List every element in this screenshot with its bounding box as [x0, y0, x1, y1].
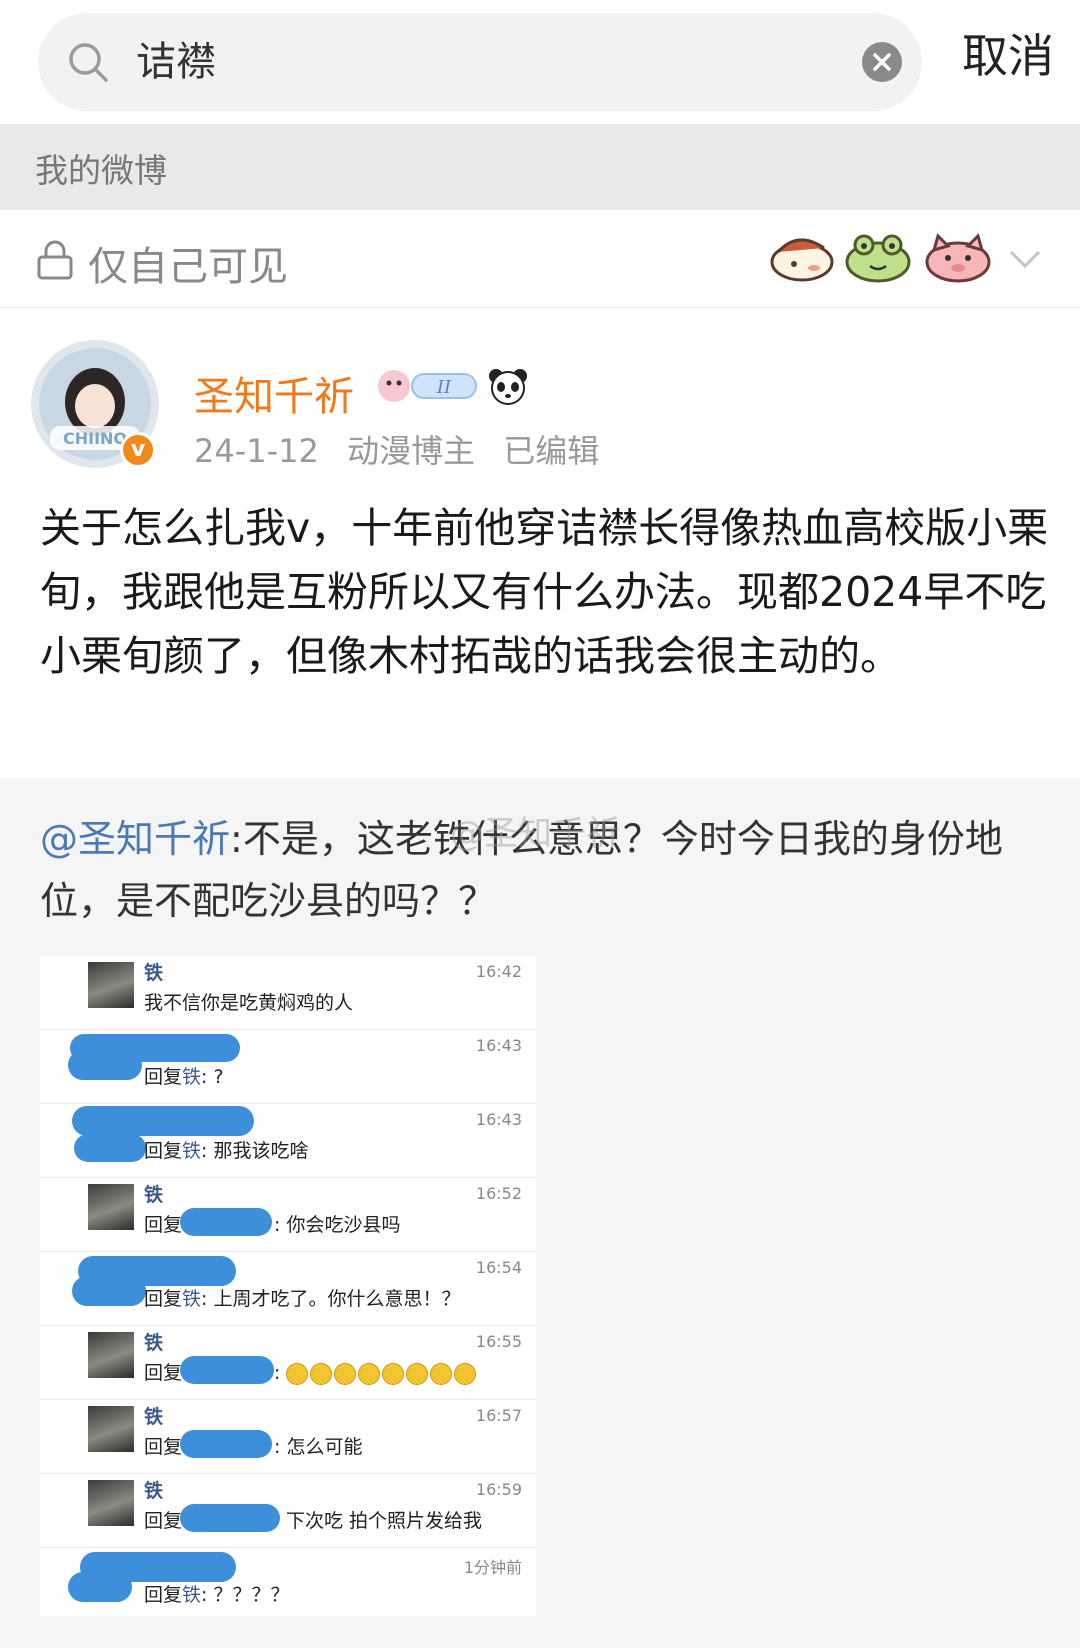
redaction-blob	[180, 1356, 274, 1384]
chat-name: 铁	[144, 1184, 164, 1206]
post-text: 关于怎么扎我v，十年前他穿诘襟长得像热血高校版小栗旬，我跟他是互粉所以又有什么办…	[40, 504, 1049, 680]
chat-row: 16:43 回复铁: ?	[40, 1030, 536, 1104]
chat-row: 16:43 回复铁: 那我该吃啥	[40, 1104, 536, 1178]
bear-badge-icon[interactable]: II	[376, 366, 480, 406]
chat-message: 回复铁: ?	[144, 1066, 224, 1088]
chat-row: 铁 16:42 我不信你是吃黄焖鸡的人	[40, 956, 536, 1030]
search-input[interactable]: 诘襟	[136, 37, 216, 87]
chat-avatar	[88, 1184, 134, 1230]
chat-message: 回复铁: 那我该吃啥	[144, 1140, 309, 1162]
chat-screenshot[interactable]: 铁 16:42 我不信你是吃黄焖鸡的人 16:43 回复铁: ? 16:43 回…	[40, 956, 536, 1616]
watermark: @圣知千祈	[450, 814, 620, 854]
chat-time: 16:59	[475, 1480, 522, 1499]
mention-link[interactable]: @圣知千祈	[40, 817, 230, 861]
panda-icon	[489, 369, 527, 405]
cancel-button[interactable]: 取消	[962, 28, 1054, 84]
chat-time: 16:43	[475, 1110, 522, 1129]
chat-row: 16:54 回复铁: 上周才吃了。你什么意思！？	[40, 1252, 536, 1326]
redaction-blob	[68, 1050, 142, 1080]
author-name[interactable]: 圣知千祈	[194, 364, 354, 422]
chat-time: 16:55	[475, 1332, 522, 1351]
pig-sticker-icon[interactable]	[924, 230, 992, 284]
chat-name: 铁	[144, 1332, 164, 1354]
chat-time: 16:52	[475, 1184, 522, 1203]
chat-name: 铁	[144, 1480, 164, 1502]
redaction-blob	[72, 1276, 146, 1306]
chat-time: 16:57	[475, 1406, 522, 1425]
repost-card[interactable]: @圣知千祈:不是，这老铁什么意思？今时今日我的身份地位，是不配吃沙县的吗？？ @…	[0, 778, 1080, 1648]
svg-text:CHIINO: CHIINO	[63, 429, 127, 448]
chat-row: 铁 16:59 回复 下次吃 拍个照片发给我	[40, 1474, 536, 1548]
chat-message: 回复铁: 上周才吃了。你什么意思！？	[144, 1288, 461, 1310]
chat-time: 16:54	[475, 1258, 522, 1277]
clear-icon[interactable]	[862, 42, 902, 82]
chat-avatar	[88, 1480, 134, 1526]
chat-avatar	[88, 962, 134, 1008]
chevron-down-icon[interactable]	[1008, 244, 1042, 272]
chat-message: 我不信你是吃黄焖鸡的人	[144, 992, 354, 1014]
verified-badge-icon: v	[120, 432, 156, 468]
search-icon	[69, 43, 108, 82]
chat-time: 16:43	[475, 1036, 522, 1055]
emoji-row-icon	[286, 1362, 478, 1385]
redaction-blob	[180, 1208, 272, 1236]
chat-avatar	[88, 1406, 134, 1452]
chat-time: 16:42	[475, 962, 522, 981]
chat-row: 铁 16:57 回复: 怎么可能	[40, 1400, 536, 1474]
chat-row: 铁 16:55 回复:	[40, 1326, 536, 1400]
bird-sticker-icon[interactable]	[768, 230, 836, 284]
chat-time: 1分钟前	[463, 1558, 522, 1577]
redaction-blob	[72, 1106, 254, 1136]
chat-row: 铁 16:52 回复: 你会吃沙县吗	[40, 1178, 536, 1252]
redaction-blob	[74, 1134, 146, 1162]
redaction-blob	[180, 1504, 280, 1532]
post-category: 动漫博主	[347, 432, 476, 470]
chat-message: 回复铁: ？？？？	[144, 1584, 290, 1606]
lock-icon	[37, 240, 73, 280]
chat-name: 铁	[144, 962, 164, 984]
chat-row: 1分钟前 回复铁: ？？？？	[40, 1548, 536, 1622]
chat-avatar	[88, 1332, 134, 1378]
section-header: 我的微博	[0, 124, 1080, 210]
chat-name: 铁	[144, 1406, 164, 1428]
redaction-blob	[68, 1572, 132, 1602]
svg-text:II: II	[436, 377, 452, 398]
search-bar[interactable]: 诘襟	[38, 13, 922, 111]
post-date: 24-1-12	[194, 432, 319, 470]
visibility-label: 仅自己可见	[88, 244, 288, 290]
section-title: 我的微博	[35, 151, 167, 190]
edited-label: 已编辑	[503, 432, 600, 470]
frog-sticker-icon[interactable]	[844, 230, 912, 284]
visibility-bar[interactable]: 仅自己可见	[0, 210, 1080, 308]
redaction-blob	[180, 1430, 272, 1458]
post-meta: 24-1-12 动漫博主 已编辑	[194, 426, 617, 472]
